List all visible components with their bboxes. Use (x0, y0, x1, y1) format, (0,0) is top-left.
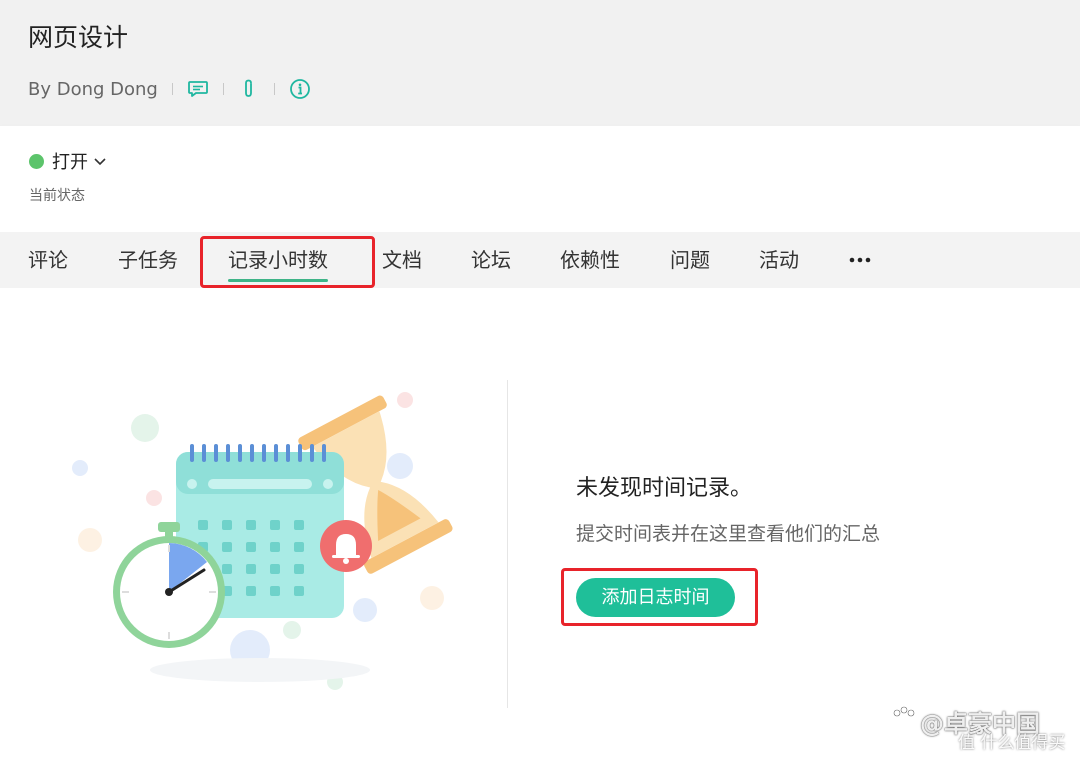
status-label: 当前状态 (29, 188, 85, 204)
comment-icon[interactable] (187, 78, 209, 100)
status-section: 打开 当前状态 (0, 126, 1080, 232)
active-tab-underline (228, 279, 328, 282)
meta-separator (273, 83, 275, 95)
page-title: 网页设计 (28, 23, 129, 52)
watermark: @卓豪中国 值 什么值得买 (890, 704, 1070, 753)
tab-bar: 评论 子任务 记录小时数 文档 论坛 依赖性 问题 活动 (0, 232, 1080, 288)
meta-separator (171, 83, 173, 95)
tab-issues[interactable]: 问题 (670, 232, 710, 288)
empty-state-illustration (60, 382, 460, 702)
status-dot (29, 153, 44, 169)
status-value: 打开 (52, 152, 88, 173)
tab-label: 记录小时数 (228, 248, 328, 272)
empty-state-description: 提交时间表并在这里查看他们的汇总 (576, 523, 881, 545)
more-horizontal-icon[interactable] (846, 248, 874, 272)
watermark-sub-text: 值 什么值得买 (958, 733, 1066, 753)
empty-state-title: 未发现时间记录。 (576, 476, 753, 501)
tab-log-hours[interactable]: 记录小时数 (228, 232, 328, 288)
section-divider (507, 380, 508, 708)
tab-subtasks[interactable]: 子任务 (118, 232, 178, 288)
attachment-icon[interactable] (238, 78, 260, 100)
task-meta-row: By Dong Dong (28, 76, 311, 102)
task-author: By Dong Dong (28, 78, 158, 100)
watermark-logo-icon (890, 706, 918, 738)
task-header: 网页设计 By Dong Dong (0, 0, 1080, 126)
chevron-down-icon (93, 152, 107, 171)
tab-comments[interactable]: 评论 (28, 232, 68, 288)
tab-dependencies[interactable]: 依赖性 (560, 232, 620, 288)
status-dropdown[interactable]: 打开 (29, 148, 107, 174)
tab-forum[interactable]: 论坛 (471, 232, 511, 288)
tab-activity[interactable]: 活动 (759, 232, 799, 288)
tab-documents[interactable]: 文档 (382, 232, 422, 288)
info-icon[interactable] (289, 78, 311, 100)
meta-separator (222, 83, 224, 95)
add-log-time-button[interactable]: 添加日志时间 (576, 578, 735, 617)
